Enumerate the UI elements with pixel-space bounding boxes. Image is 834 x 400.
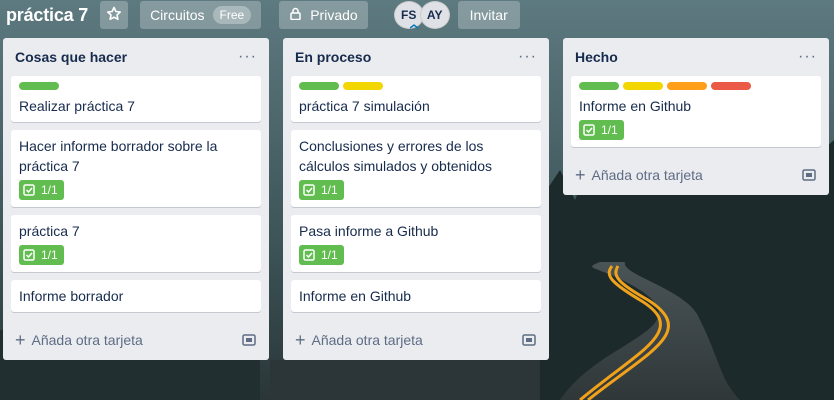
visibility-button[interactable]: Privado (279, 1, 368, 29)
checklist-icon (23, 184, 35, 196)
board-members: FS AY (393, 1, 450, 29)
checklist-badge: 1/1 (19, 180, 64, 200)
checklist-badge: 1/1 (299, 180, 344, 200)
checklist-badge: 1/1 (19, 245, 64, 265)
add-card-button[interactable]: + Añada otra tarjeta (295, 330, 423, 350)
card-title: Realizar práctica 7 (19, 98, 135, 114)
label-green (19, 82, 59, 90)
checklist-icon (583, 124, 595, 136)
lock-icon (289, 7, 310, 23)
card-template-icon[interactable] (241, 332, 257, 348)
invite-button[interactable]: Invitar (457, 1, 520, 29)
plus-icon: + (575, 165, 586, 185)
add-card-button[interactable]: + Añada otra tarjeta (575, 165, 703, 185)
list-menu-icon[interactable]: ··· (798, 49, 817, 65)
card-labels (299, 82, 533, 90)
card-title: Hacer informe borrador sobre la práctica… (19, 138, 218, 174)
list-title[interactable]: Hecho (575, 49, 618, 65)
card-labels (19, 82, 253, 90)
card-title: Informe en Github (299, 288, 412, 304)
add-card-button[interactable]: + Añada otra tarjeta (15, 330, 143, 350)
list-footer: + Añada otra tarjeta (283, 320, 549, 360)
checklist-badge: 1/1 (299, 245, 344, 265)
board-header: práctica 7 Circuitos Free Privado FS AY … (0, 0, 834, 30)
list-title[interactable]: Cosas que hacer (15, 49, 127, 65)
board-title[interactable]: práctica 7 (6, 5, 88, 26)
card-title: Pasa informe a Github (299, 223, 439, 239)
checklist-icon (23, 249, 35, 261)
card[interactable]: Hacer informe borrador sobre la práctica… (11, 130, 261, 207)
card[interactable]: Realizar práctica 7 (11, 76, 261, 122)
list-en-proceso: En proceso ··· práctica 7 simulación Con… (283, 38, 549, 360)
admin-chevron-icon (409, 24, 418, 29)
list-cosas-que-hacer: Cosas que hacer ··· Realizar práctica 7 … (3, 38, 269, 360)
card[interactable]: práctica 7 simulación (291, 76, 541, 122)
label-yellow (343, 82, 383, 90)
label-orange (667, 82, 707, 90)
list-header: Cosas que hacer ··· (3, 38, 269, 76)
plan-badge: Free (212, 6, 252, 24)
card[interactable]: Informe en Github (291, 280, 541, 312)
workspace-name: Circuitos (150, 7, 205, 23)
list-title[interactable]: En proceso (295, 49, 371, 65)
list-menu-icon[interactable]: ··· (238, 49, 257, 65)
label-red (711, 82, 751, 90)
card-title: Informe borrador (19, 288, 124, 304)
card[interactable]: Informe en Github 1/1 (571, 76, 821, 147)
card-template-icon[interactable] (521, 332, 537, 348)
plus-icon: + (15, 330, 26, 350)
checklist-icon (303, 249, 315, 261)
card-labels (579, 82, 813, 90)
star-icon (106, 6, 122, 25)
card[interactable]: Conclusiones y errores de los cálculos s… (291, 130, 541, 207)
checklist-badge: 1/1 (579, 120, 624, 140)
visibility-label: Privado (310, 7, 358, 23)
card-title: práctica 7 simulación (299, 98, 430, 114)
label-green (299, 82, 339, 90)
checklist-icon (303, 184, 315, 196)
list-footer: + Añada otra tarjeta (3, 320, 269, 360)
star-button[interactable] (100, 1, 129, 29)
label-green (579, 82, 619, 90)
card-title: práctica 7 (19, 223, 80, 239)
card[interactable]: Informe borrador (11, 280, 261, 312)
card[interactable]: práctica 7 1/1 (11, 215, 261, 272)
card-title: Informe en Github (579, 98, 692, 114)
card-template-icon[interactable] (801, 167, 817, 183)
list-menu-icon[interactable]: ··· (518, 49, 537, 65)
list-hecho: Hecho ··· Informe en Github 1/1 + Añada … (563, 38, 829, 195)
card-title: Conclusiones y errores de los cálculos s… (299, 138, 492, 174)
card[interactable]: Pasa informe a Github 1/1 (291, 215, 541, 272)
avatar[interactable]: AY (419, 1, 450, 29)
list-footer: + Añada otra tarjeta (563, 155, 829, 195)
plus-icon: + (295, 330, 306, 350)
list-header: En proceso ··· (283, 38, 549, 76)
label-yellow (623, 82, 663, 90)
workspace-button[interactable]: Circuitos Free (140, 1, 262, 29)
list-header: Hecho ··· (563, 38, 829, 76)
